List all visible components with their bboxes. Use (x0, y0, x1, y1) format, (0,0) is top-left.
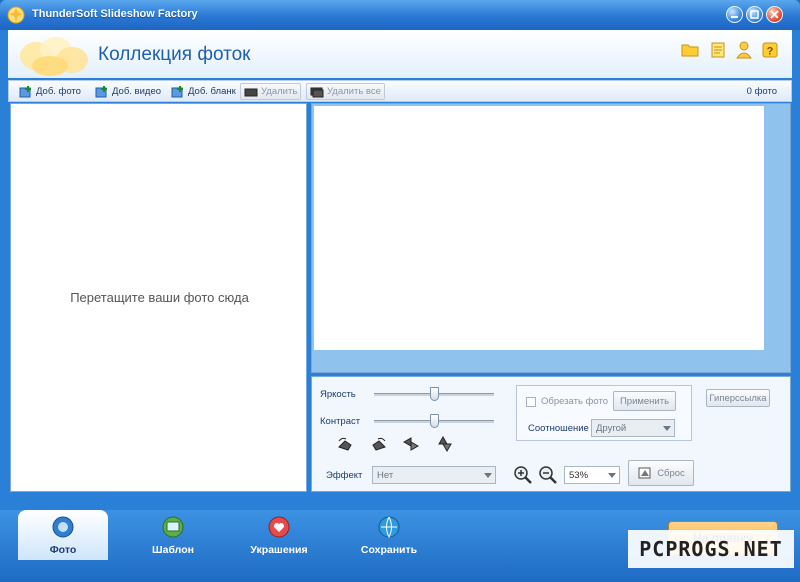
tab-save[interactable]: Сохранить (344, 510, 434, 560)
add-blank-label: Доб. бланк (188, 86, 236, 97)
photo-list-panel[interactable]: Перетащите ваши фото сюда (10, 103, 307, 492)
svg-text:?: ? (767, 46, 774, 58)
folder-icon[interactable] (680, 40, 700, 60)
app-window: ThunderSoft Slideshow Factory Коллекция … (0, 0, 800, 582)
crop-label: Обрезать фото (541, 396, 608, 407)
brightness-label: Яркость (320, 389, 356, 400)
crop-checkbox[interactable] (526, 397, 536, 407)
ratio-dropdown-icon (663, 426, 671, 431)
maximize-button[interactable] (746, 6, 763, 23)
effect-select[interactable]: Нет (372, 466, 496, 484)
reset-button[interactable]: Сброс (628, 460, 694, 486)
tab-photo[interactable]: Фото (18, 510, 108, 560)
hyperlink-button[interactable]: Гиперссылка (706, 389, 770, 407)
photo-flower-icon (20, 37, 88, 76)
contrast-slider[interactable] (374, 414, 494, 428)
add-photo-label: Доб. фото (36, 86, 81, 97)
rotate-right-icon[interactable] (370, 435, 388, 453)
tab-save-label: Сохранить (360, 544, 418, 556)
maximize-icon (747, 7, 762, 22)
flip-vertical-icon[interactable] (436, 435, 454, 453)
add-blank-icon (171, 85, 183, 97)
minimize-button[interactable] (726, 6, 743, 23)
help-icon[interactable]: ? (760, 40, 780, 60)
tab-decorations[interactable]: Украшения (234, 510, 324, 560)
ratio-select[interactable]: Другой (591, 419, 675, 437)
decoration-icon (268, 516, 290, 538)
close-button[interactable] (766, 6, 783, 23)
photo-icon (52, 516, 74, 538)
add-video-button[interactable]: Доб. видео (95, 83, 161, 100)
drop-hint: Перетащите ваши фото сюда (70, 290, 249, 305)
add-photo-icon (19, 85, 31, 97)
delete-all-button[interactable]: Удалить все (306, 83, 385, 100)
minimize-icon (727, 7, 742, 22)
note-icon[interactable] (708, 40, 728, 60)
user-icon[interactable] (734, 40, 754, 60)
delete-icon (244, 88, 258, 96)
effect-dropdown-icon (484, 473, 492, 478)
template-icon (162, 516, 184, 538)
reset-label: Сброс (657, 467, 685, 479)
delete-all-label: Удалить все (327, 86, 381, 97)
reset-icon (638, 467, 651, 479)
effect-value: Нет (377, 470, 394, 481)
app-logo-icon (7, 6, 25, 24)
contrast-label: Контраст (320, 416, 361, 427)
tab-decorations-label: Украшения (250, 544, 308, 556)
watermark-logo: PCPROGS.NET (628, 530, 794, 568)
photo-toolbar: Доб. фото Доб. видео Доб. бланк Удалить … (8, 80, 792, 102)
tab-template[interactable]: Шаблон (128, 510, 218, 560)
preview-canvas[interactable] (314, 106, 764, 350)
preview-panel (311, 103, 791, 373)
zoom-value: 53% (569, 470, 589, 481)
add-video-label: Доб. видео (112, 86, 162, 97)
apply-button[interactable]: Применить (613, 391, 676, 411)
add-video-icon (95, 85, 107, 97)
zoom-dropdown-icon (608, 473, 616, 478)
brightness-slider[interactable] (374, 387, 494, 401)
save-icon (378, 516, 400, 539)
ratio-label: Соотношение (528, 423, 589, 434)
tab-photo-label: Фото (49, 544, 77, 556)
zoom-in-icon[interactable] (513, 465, 533, 485)
edit-controls: Яркость Контраст Эффект Нет Обрезать фот… (311, 376, 791, 492)
flip-horizontal-icon[interactable] (402, 435, 420, 453)
brightness-thumb[interactable] (429, 387, 439, 401)
photo-count: 0 фото (746, 86, 777, 97)
effect-label: Эффект (326, 470, 363, 481)
add-blank-button[interactable]: Доб. бланк (171, 83, 236, 100)
delete-all-icon (310, 87, 324, 97)
add-photo-button[interactable]: Доб. фото (19, 83, 81, 100)
delete-label: Удалить (261, 86, 298, 97)
rotate-left-icon[interactable] (336, 435, 354, 453)
title-bar[interactable]: ThunderSoft Slideshow Factory (0, 0, 800, 30)
zoom-select[interactable]: 53% (564, 466, 620, 484)
page-title: Коллекция фоток (98, 44, 251, 65)
tab-template-label: Шаблон (152, 544, 194, 556)
crop-group: Обрезать фото Применить Соотношение Друг… (516, 385, 692, 441)
close-icon (767, 7, 782, 22)
contrast-thumb[interactable] (429, 414, 439, 428)
zoom-out-icon[interactable] (538, 465, 558, 485)
ratio-value: Другой (596, 423, 627, 434)
delete-button[interactable]: Удалить (240, 83, 302, 100)
page-header: Коллекция фоток ? (8, 30, 792, 78)
window-title: ThunderSoft Slideshow Factory (32, 8, 198, 20)
